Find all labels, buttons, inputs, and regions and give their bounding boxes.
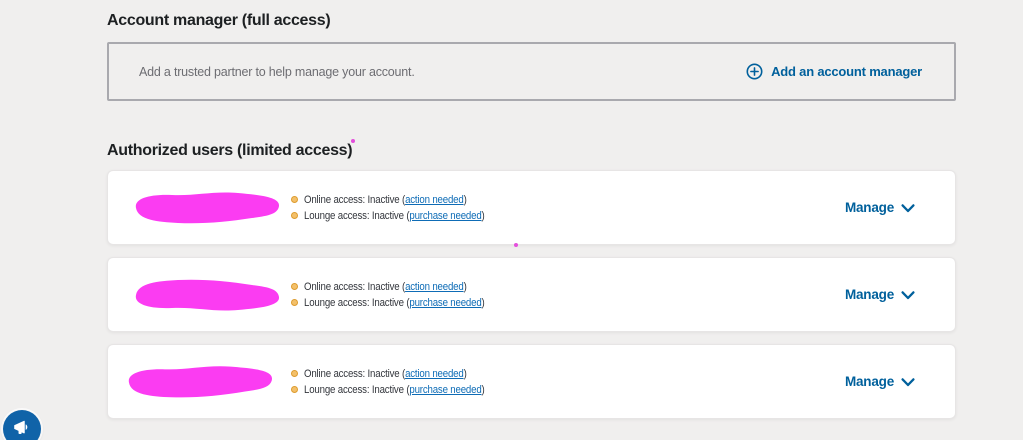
status-suffix: ) [463,367,467,380]
lounge-access-status: Lounge access: Inactive (purchase needed… [291,210,509,222]
action-needed-link[interactable]: action needed [405,281,464,293]
chevron-down-icon [901,202,915,213]
status-suffix: ) [481,296,485,309]
manage-button[interactable]: Manage [845,287,915,302]
account-access-page: Account manager (full access) Add a trus… [0,0,1023,440]
purchase-needed-link[interactable]: purchase needed [409,384,481,396]
user-status-list: Online access: Inactive (action needed) … [291,194,509,222]
status-prefix: Lounge access: Inactive ( [304,296,410,309]
redaction-artifact-dot [351,139,355,143]
add-account-manager-button[interactable]: Add an account manager [746,63,922,80]
manage-button[interactable]: Manage [845,200,915,215]
chevron-down-icon [901,376,915,387]
account-manager-panel: Add a trusted partner to help manage you… [107,42,956,101]
status-prefix: Lounge access: Inactive ( [304,209,410,222]
authorized-users-heading: Authorized users (limited access) [107,142,353,159]
status-prefix: Online access: Inactive ( [304,193,406,206]
purchase-needed-link[interactable]: purchase needed [409,210,481,222]
status-suffix: ) [481,383,485,396]
status-dot-icon [291,386,298,393]
lounge-access-status: Lounge access: Inactive (purchase needed… [291,297,509,309]
online-access-status: Online access: Inactive (action needed) [291,368,509,380]
account-manager-description: Add a trusted partner to help manage you… [139,64,415,79]
status-suffix: ) [481,209,485,222]
manage-button-label: Manage [844,374,894,389]
status-prefix: Online access: Inactive ( [304,280,406,293]
user-status-list: Online access: Inactive (action needed) … [291,281,509,309]
authorized-user-row: Online access: Inactive (action needed) … [107,344,956,419]
status-prefix: Lounge access: Inactive ( [304,383,410,396]
manage-button-label: Manage [844,200,894,215]
purchase-needed-link[interactable]: purchase needed [409,297,481,309]
redacted-user-name [113,360,281,404]
authorized-users-list: Online access: Inactive (action needed) … [107,170,956,431]
user-status-list: Online access: Inactive (action needed) … [291,368,509,396]
feedback-widget-button[interactable] [3,410,41,440]
add-account-manager-label: Add an account manager [771,64,922,79]
online-access-status: Online access: Inactive (action needed) [291,281,509,293]
authorized-user-row: Online access: Inactive (action needed) … [107,170,956,245]
authorized-user-row: Online access: Inactive (action needed) … [107,257,956,332]
redaction-artifact-dot [514,243,518,247]
action-needed-link[interactable]: action needed [405,368,464,380]
status-dot-icon [291,370,298,377]
manage-button[interactable]: Manage [845,374,915,389]
status-suffix: ) [463,280,467,293]
megaphone-icon [11,417,33,440]
status-prefix: Online access: Inactive ( [304,367,406,380]
chevron-down-icon [901,289,915,300]
status-dot-icon [291,196,298,203]
status-suffix: ) [463,193,467,206]
redacted-user-name [120,187,288,229]
plus-circle-icon [746,63,763,80]
status-dot-icon [291,212,298,219]
manage-button-label: Manage [844,287,894,302]
status-dot-icon [291,283,298,290]
lounge-access-status: Lounge access: Inactive (purchase needed… [291,384,509,396]
action-needed-link[interactable]: action needed [405,194,464,206]
redacted-user-name [120,274,288,316]
online-access-status: Online access: Inactive (action needed) [291,194,509,206]
account-manager-heading: Account manager (full access) [107,12,331,29]
status-dot-icon [291,299,298,306]
